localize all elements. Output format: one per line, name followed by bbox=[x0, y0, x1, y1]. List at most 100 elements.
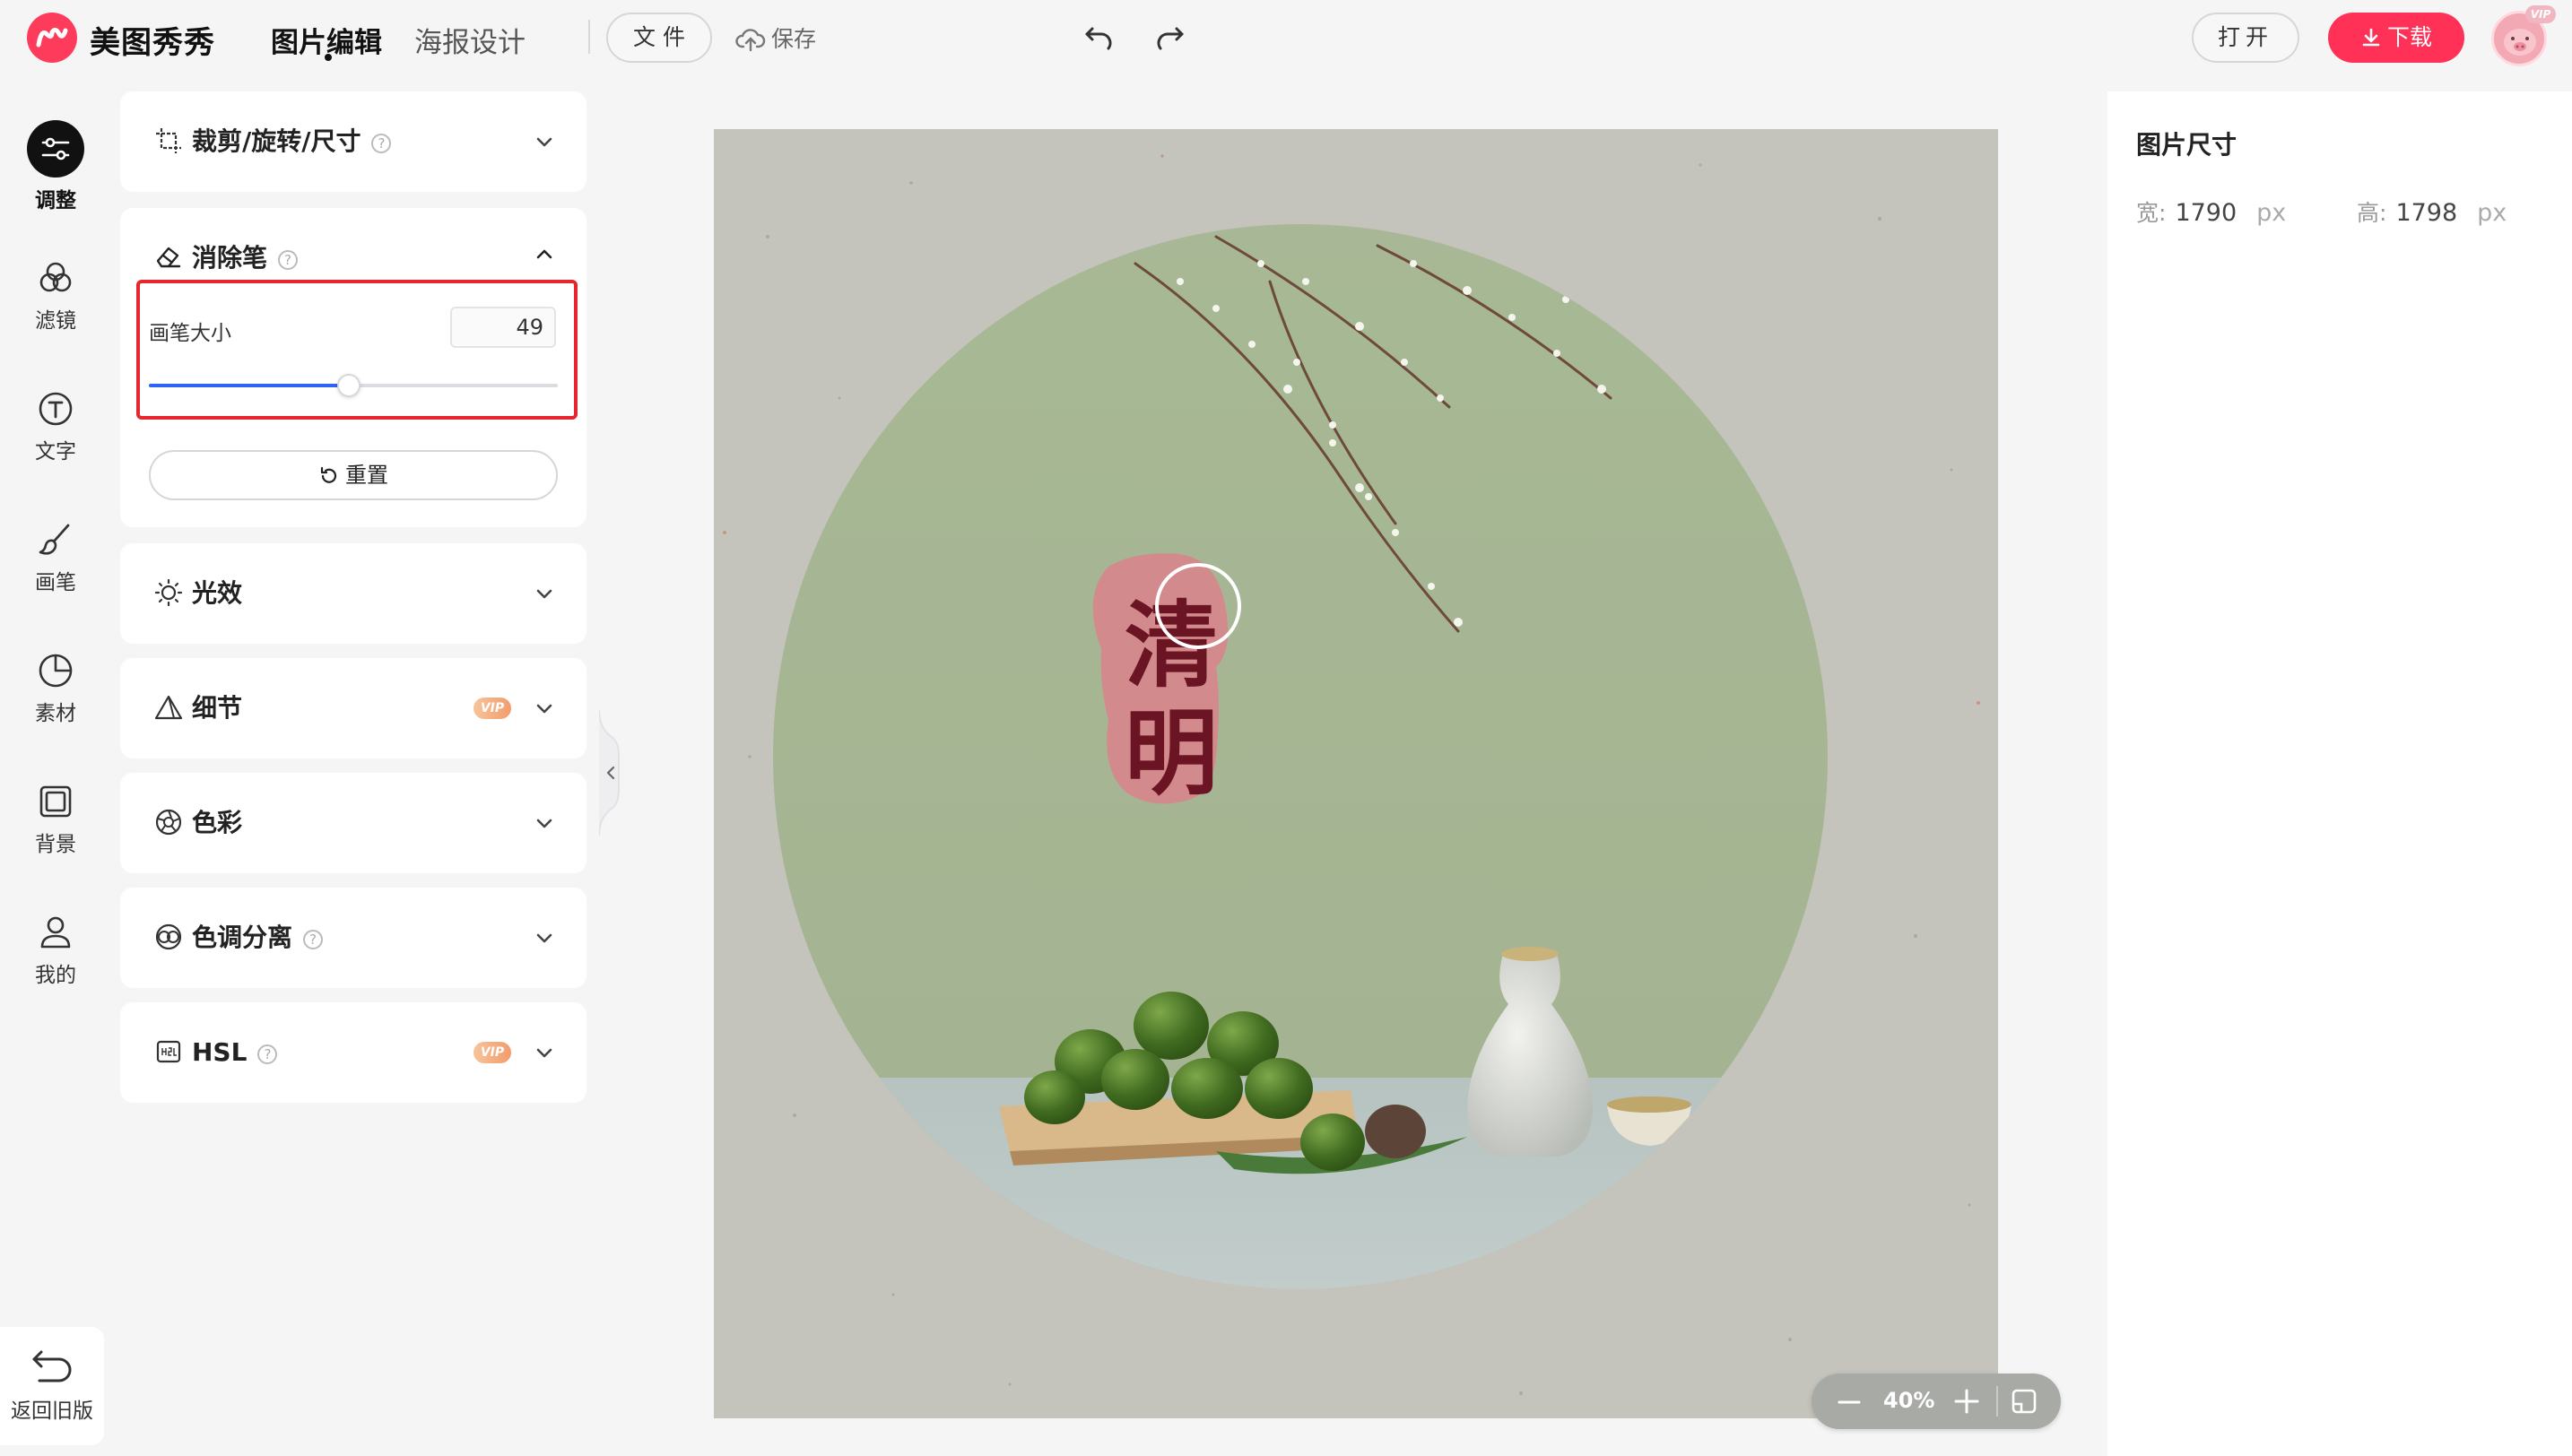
panel-header: HSL? bbox=[154, 1002, 278, 1103]
zoom-in-icon[interactable] bbox=[1953, 1388, 1980, 1415]
cloud-upload-icon bbox=[735, 29, 766, 52]
zoom-out-icon[interactable] bbox=[1837, 1390, 1862, 1415]
help-icon[interactable]: ? bbox=[257, 1044, 278, 1064]
panel-light-effect[interactable]: 光效 bbox=[120, 543, 587, 644]
width-label: 宽: bbox=[2136, 200, 2167, 226]
save-label: 保存 bbox=[771, 26, 817, 52]
pig-avatar-icon bbox=[2504, 29, 2536, 56]
panel-crop[interactable]: 裁剪/旋转/尺寸? bbox=[120, 91, 587, 192]
width-value[interactable]: 1790 bbox=[2175, 199, 2237, 227]
save-button[interactable]: 保存 bbox=[735, 22, 816, 54]
chevron-down-icon[interactable] bbox=[534, 699, 554, 719]
download-button[interactable]: 下载 bbox=[2328, 13, 2464, 63]
panel-title: 色彩 bbox=[192, 808, 243, 837]
rail-label: 调整 bbox=[35, 189, 76, 212]
background-icon bbox=[39, 785, 72, 818]
rail-item-text[interactable]: 文字 bbox=[0, 389, 111, 464]
panel-title: 细节 bbox=[192, 693, 243, 723]
rail-item-filter[interactable]: 滤镜 bbox=[0, 258, 111, 334]
download-label: 下载 bbox=[2386, 24, 2432, 50]
split-tone-icon bbox=[155, 923, 182, 950]
height-value[interactable]: 1798 bbox=[2395, 199, 2457, 227]
brush-size-slider[interactable] bbox=[149, 374, 558, 397]
user-icon bbox=[40, 916, 71, 949]
panel-title: 裁剪/旋转/尺寸 bbox=[192, 126, 361, 156]
panel-hsl[interactable]: HSL? VIP bbox=[120, 1002, 587, 1103]
back-to-old-version-button[interactable]: 返回旧版 bbox=[0, 1327, 104, 1445]
image-size-panel: 图片尺寸 宽: 1790 px 高: 1798 px bbox=[2107, 91, 2572, 1456]
reset-button[interactable]: 重置 bbox=[149, 450, 558, 500]
rail-item-sticker[interactable]: 素材 bbox=[0, 651, 111, 726]
divider bbox=[1996, 1386, 1998, 1417]
undo-icon[interactable] bbox=[1082, 20, 1117, 56]
rail-item-brush[interactable]: 画笔 bbox=[0, 520, 111, 595]
vip-badge: VIP bbox=[2525, 5, 2556, 23]
rail-label: 文字 bbox=[35, 440, 76, 464]
brand-name: 美图秀秀 bbox=[90, 25, 215, 61]
chevron-down-icon[interactable] bbox=[534, 1044, 554, 1063]
help-icon[interactable]: ? bbox=[278, 250, 299, 270]
width-field[interactable]: 宽: 1790 px bbox=[2136, 195, 2286, 228]
help-icon[interactable]: ? bbox=[371, 134, 392, 153]
help-icon[interactable]: ? bbox=[303, 930, 324, 949]
rail-item-mine[interactable]: 我的 bbox=[0, 913, 111, 988]
rail-label: 画笔 bbox=[35, 571, 76, 594]
brush-icon bbox=[39, 524, 70, 555]
chevron-down-icon[interactable] bbox=[534, 585, 554, 604]
chevron-down-icon[interactable] bbox=[534, 133, 554, 152]
rail-item-adjust[interactable]: 调整 bbox=[0, 120, 111, 213]
height-label: 高: bbox=[2357, 200, 2387, 226]
redo-icon[interactable] bbox=[1151, 20, 1187, 56]
meitu-logo-icon bbox=[27, 13, 77, 63]
panel-header: 色彩 bbox=[154, 773, 242, 873]
poster-image: 清明 bbox=[723, 154, 1980, 1395]
eraser-icon bbox=[156, 247, 181, 268]
fit-screen-icon[interactable] bbox=[2011, 1388, 2038, 1415]
brush-size-highlight bbox=[136, 280, 578, 420]
filter-icon bbox=[39, 262, 72, 292]
file-button[interactable]: 文 件 bbox=[606, 13, 712, 63]
vip-tag: VIP bbox=[474, 1042, 511, 1063]
panel-color[interactable]: 色彩 bbox=[120, 773, 587, 873]
brush-size-label: 画笔大小 bbox=[149, 322, 231, 345]
download-icon bbox=[2362, 28, 2380, 47]
reset-icon bbox=[320, 466, 337, 483]
reset-label: 重置 bbox=[345, 463, 388, 488]
divider bbox=[588, 20, 590, 54]
return-icon bbox=[32, 1350, 72, 1382]
zoom-control: 40% bbox=[1812, 1374, 2061, 1429]
sticker-icon bbox=[39, 654, 73, 688]
rail-label: 滤镜 bbox=[35, 309, 76, 333]
rail-label: 背景 bbox=[35, 833, 76, 856]
vip-tag: VIP bbox=[474, 698, 511, 719]
panel-header: 裁剪/旋转/尺寸? bbox=[154, 91, 392, 192]
panel-detail[interactable]: 细节 VIP bbox=[120, 658, 587, 758]
collapse-panel-handle[interactable] bbox=[599, 710, 626, 836]
panel-title: HSL bbox=[192, 1037, 248, 1067]
tab-poster-design[interactable]: 海报设计 bbox=[414, 20, 526, 60]
aperture-icon bbox=[155, 809, 182, 836]
active-tab-indicator bbox=[325, 54, 332, 61]
sun-icon bbox=[154, 578, 183, 607]
rail-item-background[interactable]: 背景 bbox=[0, 782, 111, 857]
top-bar: 美图秀秀 图片编辑 海报设计 文 件 保存 打开 下载 VIP bbox=[0, 0, 2572, 75]
panel-split-tone[interactable]: 色调分离? bbox=[120, 888, 587, 988]
image-canvas[interactable]: 清明 bbox=[714, 129, 1998, 1418]
panel-header: 色调分离? bbox=[154, 888, 324, 988]
height-field[interactable]: 高: 1798 px bbox=[2357, 195, 2507, 228]
width-unit: px bbox=[2256, 199, 2287, 227]
panel-title: 色调分离 bbox=[192, 923, 293, 952]
text-icon bbox=[39, 392, 73, 426]
zoom-level: 40% bbox=[1883, 1388, 1935, 1413]
sliders-icon bbox=[41, 137, 70, 160]
chevron-down-icon[interactable] bbox=[534, 929, 554, 949]
chevron-down-icon[interactable] bbox=[534, 814, 554, 834]
chevron-up-icon[interactable] bbox=[534, 244, 554, 264]
height-unit: px bbox=[2477, 199, 2507, 227]
panel-header: 光效 bbox=[154, 543, 242, 644]
panel-title: 消除笔 bbox=[192, 243, 268, 273]
open-button[interactable]: 打开 bbox=[2192, 13, 2299, 63]
brush-size-input[interactable]: 49 bbox=[450, 307, 556, 348]
hsl-icon bbox=[156, 1040, 181, 1063]
rail-label: 素材 bbox=[35, 702, 76, 725]
